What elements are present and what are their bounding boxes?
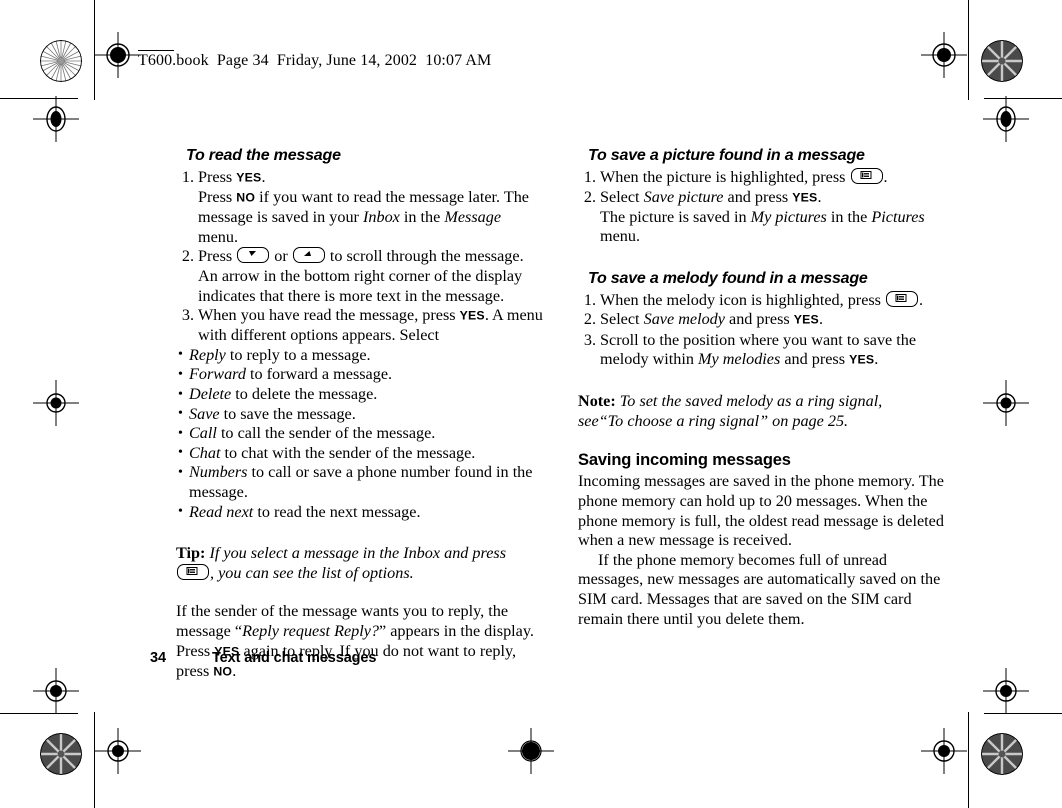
step-item: Scroll to the position where you want to… <box>578 330 917 369</box>
saving-paragraph-2: If the phone memory becomes full of unre… <box>578 550 941 628</box>
list-item: Chat to chat with the sender of the mess… <box>176 443 544 464</box>
heading-saving-incoming-messages: Saving incoming messages <box>578 451 791 470</box>
list-item: Delete to delete the message. <box>176 385 544 405</box>
tip-label: Tip: <box>176 544 206 563</box>
menu-key-icon <box>886 290 919 307</box>
step-item: Press YES. Press NO if you want to read … <box>176 168 544 247</box>
folder-name: My melodies <box>698 350 781 369</box>
list-item: Forward to forward a message. <box>176 365 544 385</box>
menu-name: Inbox <box>363 208 400 227</box>
list-item: Save to save the message. <box>176 404 544 425</box>
menu-option-name: Save picture <box>643 187 724 206</box>
note-paragraph: Note: To set the saved melody as a ring … <box>578 392 883 430</box>
hardkey-label: NO <box>213 664 233 679</box>
steps-to-read-the-message: Press YES. Press NO if you want to read … <box>176 168 544 346</box>
step-item: When you have read the message, press YE… <box>176 306 543 345</box>
hardkey-label: YES <box>236 170 262 185</box>
option-name: Read next <box>189 502 254 521</box>
hardkey-label: YES <box>459 308 485 323</box>
footer-page-number: 34 <box>150 650 166 666</box>
page-footer: 34 Text and chat messages <box>150 650 376 666</box>
closing-paragraph: If the sender of the message wants you t… <box>176 602 534 680</box>
display-message-text: Reply request Reply? <box>242 621 380 640</box>
step-item: Select Save melody and press YES. <box>578 310 824 330</box>
hardkey-label: NO <box>236 190 256 205</box>
scroll-up-key-icon <box>292 247 325 264</box>
heading-to-save-a-picture: To save a picture found in a message <box>588 147 865 164</box>
heading-to-save-a-melody: To save a melody found in a message <box>588 269 868 287</box>
right-column: To save a picture found in a message Whe… <box>578 146 946 629</box>
menu-name: Message <box>444 208 502 227</box>
hardkey-label: YES <box>849 352 875 367</box>
menu-option-name: Save melody <box>643 310 725 329</box>
steps-to-save-a-melody: When the melody icon is highlighted, pre… <box>578 290 946 370</box>
heading-to-read-the-message: To read the message <box>186 147 341 164</box>
hardkey-label: YES <box>793 312 819 327</box>
message-options-list: Reply to reply to a message. Forward to … <box>176 345 544 523</box>
option-name: Save <box>189 404 220 423</box>
step-item: Select Save picture and press YES. The p… <box>578 187 925 246</box>
step-text-line: Press YES. <box>198 168 266 186</box>
menu-name: Pictures <box>871 207 925 226</box>
folder-name: My pictures <box>750 207 827 226</box>
list-item: Numbers to call or save a phone number f… <box>176 463 544 502</box>
option-name: Numbers <box>189 463 248 482</box>
step-item: When the picture is highlighted, press . <box>578 168 888 187</box>
list-item: Read next to read the next message. <box>176 502 544 523</box>
option-name: Call <box>189 424 217 443</box>
footer-chapter-title: Text and chat messages <box>212 650 377 666</box>
scroll-down-key-icon <box>237 247 270 264</box>
menu-key-icon <box>850 168 883 184</box>
step-item: Press or to scroll through the message. … <box>176 247 524 305</box>
tip-paragraph: Tip: If you select a message in the Inbo… <box>176 544 507 582</box>
left-column: To read the message Press YES. Press NO … <box>176 146 544 682</box>
option-name: Chat <box>189 443 221 462</box>
manual-page: To read the message Press YES. Press NO … <box>0 0 1062 808</box>
step-text-line: Press NO if you want to read the message… <box>198 188 529 246</box>
option-name: Delete <box>189 385 232 404</box>
list-item: Reply to reply to a message. <box>176 345 544 366</box>
saving-paragraph-1: Incoming messages are saved in the phone… <box>578 472 944 550</box>
hardkey-label: YES <box>792 190 818 205</box>
note-label: Note: <box>578 392 616 411</box>
list-item: Call to call the sender of the message. <box>176 424 544 444</box>
option-name: Forward <box>189 365 246 384</box>
menu-key-icon <box>177 563 209 580</box>
steps-to-save-a-picture: When the picture is highlighted, press .… <box>578 168 946 247</box>
option-name: Reply <box>189 345 226 364</box>
step-item: When the melody icon is highlighted, pre… <box>578 290 924 310</box>
